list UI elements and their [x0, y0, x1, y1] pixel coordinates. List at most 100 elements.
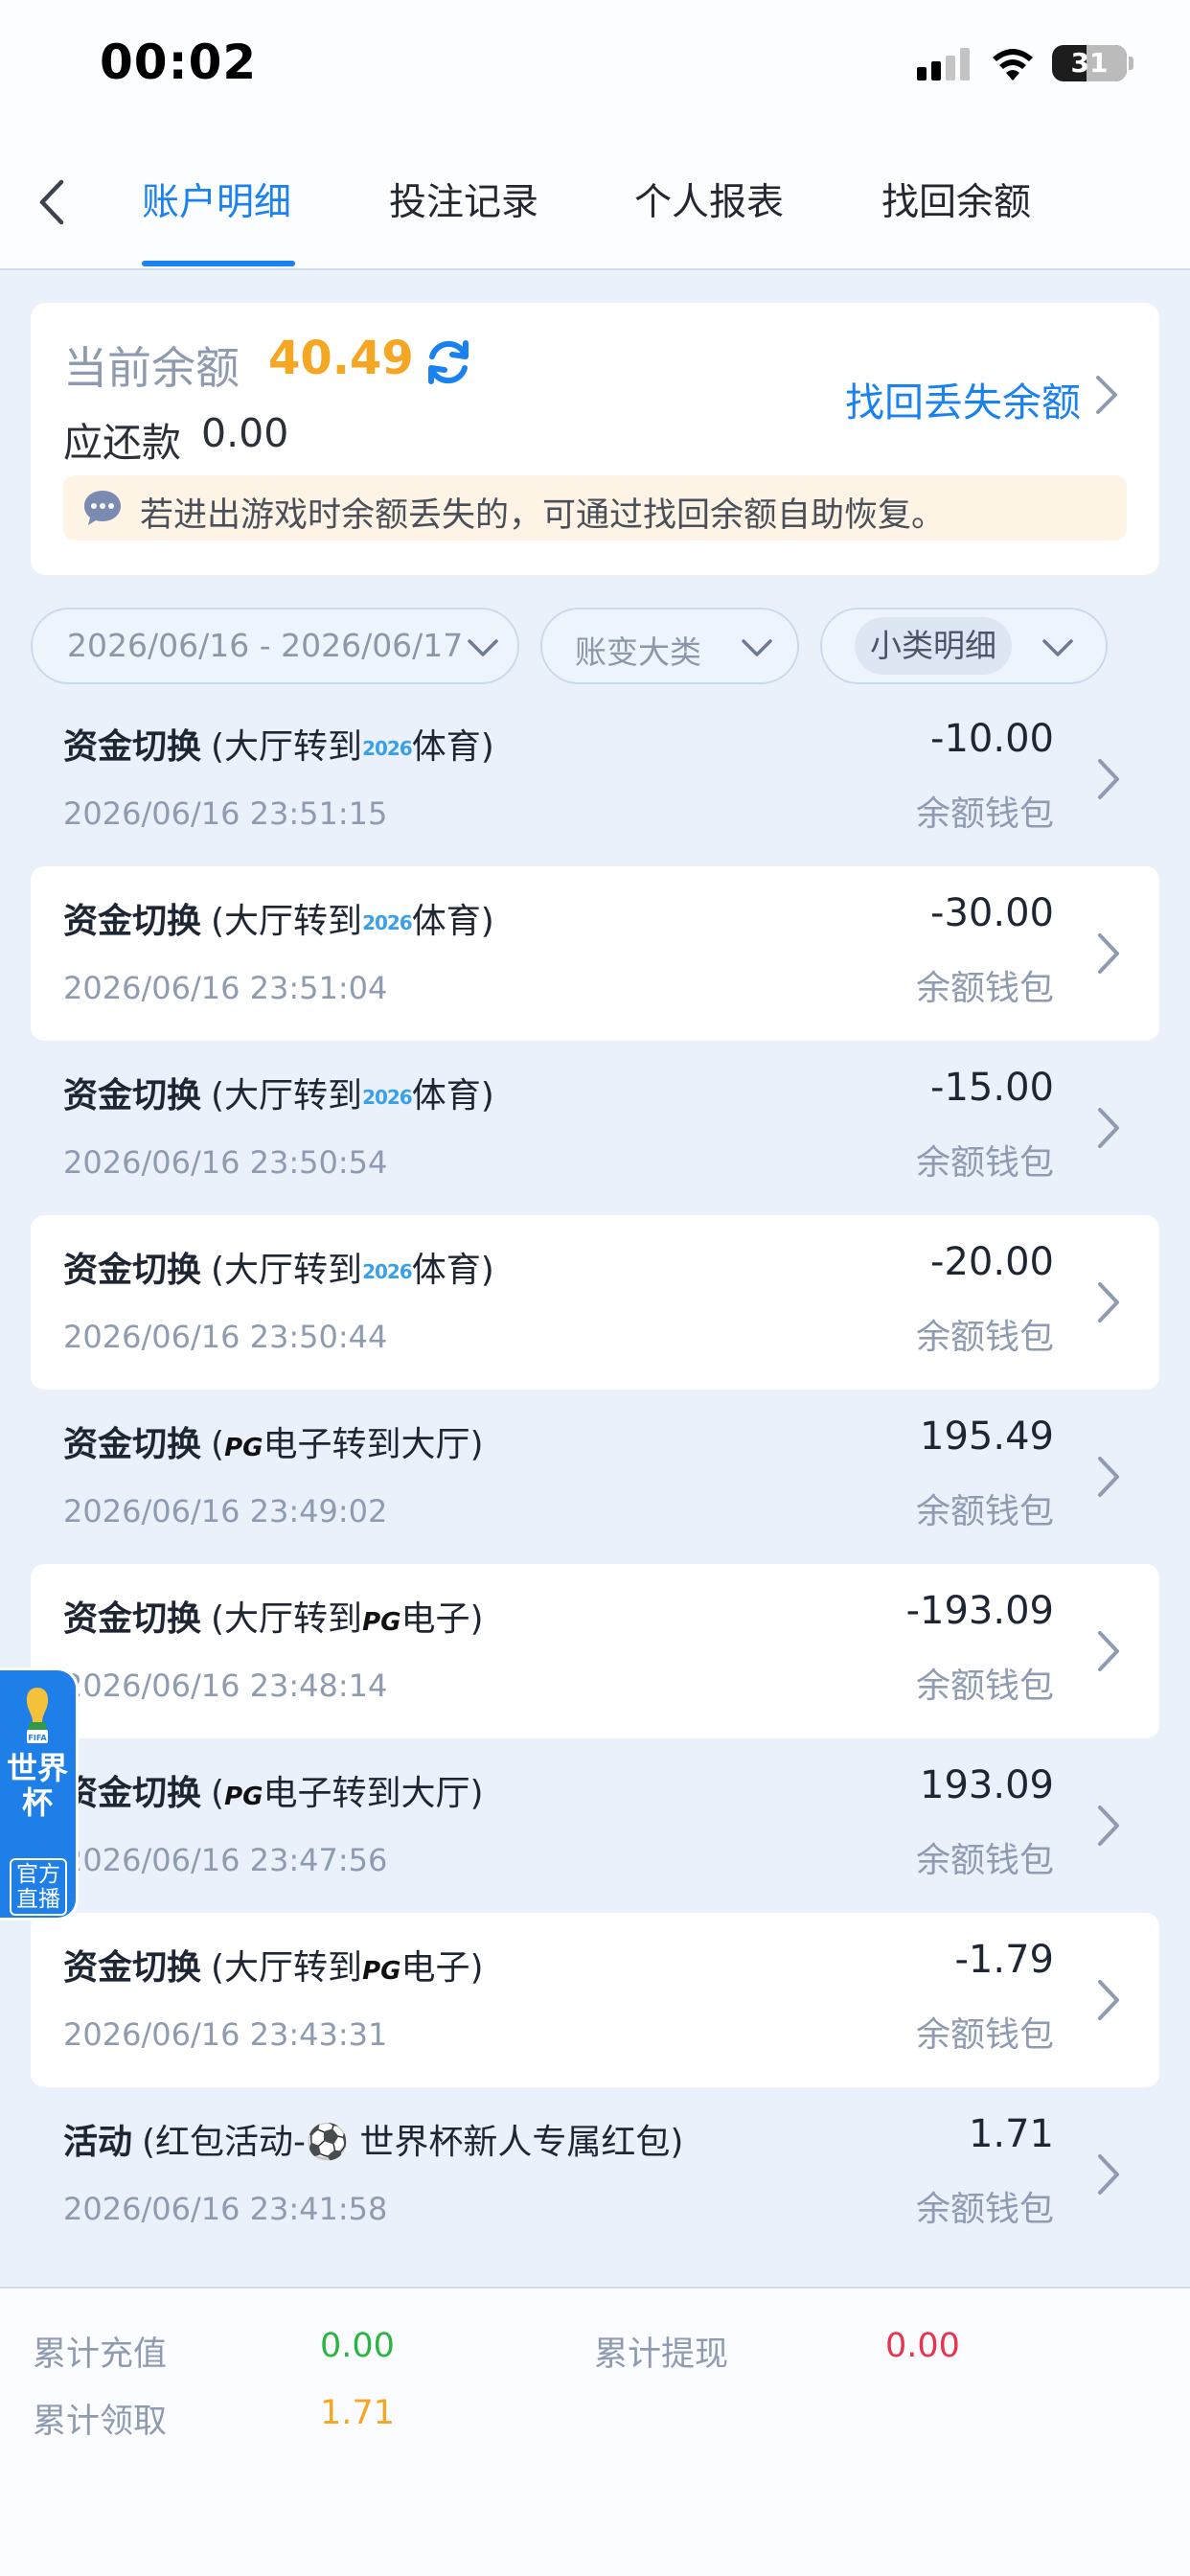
back-icon[interactable]	[33, 174, 71, 230]
status-bar: 00:02 31	[0, 0, 1190, 134]
balance-label: 当前余额	[63, 342, 240, 394]
tab-account-details[interactable]: 账户明细	[142, 172, 291, 226]
notice-text: 若进出游戏时余额丢失的，可通过找回余额自助恢复。	[140, 496, 946, 535]
record-detail-suffix: 体育)	[411, 902, 494, 941]
date-range-text: 2026/06/16 - 2026/06/17	[67, 627, 464, 664]
record-time: 2026/06/16 23:47:56	[63, 1842, 388, 1878]
worldcup-2026-logo-icon: 2026	[362, 911, 413, 934]
chevron-right-icon[interactable]	[1094, 755, 1123, 803]
record-row[interactable]: 资金切换 (PG电子转到大厅) 2026/06/16 23:47:56 193.09 余…	[31, 1738, 1159, 1913]
record-row[interactable]: 资金切换 (PG电子转到大厅) 2026/06/16 23:49:02 195.49 余…	[31, 1390, 1159, 1564]
claim-total-value: 1.71	[320, 2394, 395, 2432]
record-wallet: 余额钱包	[915, 969, 1054, 1008]
record-detail-suffix: 电子转到大厅)	[263, 1774, 484, 1813]
chevron-right-icon[interactable]	[1094, 1278, 1123, 1326]
date-range-filter[interactable]: 2026/06/16 - 2026/06/17	[31, 608, 519, 684]
subcategory-filter[interactable]: 小类明细	[820, 608, 1108, 684]
record-wallet: 余额钱包	[915, 2015, 1054, 2055]
record-wallet: 余额钱包	[915, 2190, 1054, 2229]
record-amount: -30.00	[930, 891, 1054, 935]
record-amount: -1.79	[954, 1938, 1055, 1982]
record-detail-prefix: (大厅转到	[211, 1948, 363, 1988]
pg-logo-icon: PG	[224, 1782, 263, 1811]
battery-level: 31	[1070, 47, 1109, 79]
record-wallet: 余额钱包	[915, 1318, 1054, 1357]
pg-logo-icon: PG	[362, 1957, 401, 1986]
balance-card: 当前余额 40.49 应还款 0.00 找回丢失余额 若进出游戏时余额丢失的，可…	[31, 303, 1159, 575]
chevron-down-icon	[1042, 639, 1073, 656]
status-time: 00:02	[100, 34, 258, 90]
record-title: 资金切换 (PG电子转到大厅)	[63, 1765, 484, 1815]
worldcup-title: 世界杯	[6, 1750, 68, 1821]
tab-bet-records[interactable]: 投注记录	[389, 172, 538, 226]
repay-value: 0.00	[201, 410, 289, 456]
record-amount: -20.00	[930, 1240, 1054, 1284]
chevron-right-icon[interactable]	[1094, 1453, 1123, 1501]
record-row[interactable]: 资金切换 (大厅转到PG电子) 2026/06/16 23:43:31 -1.79 余额…	[31, 1913, 1159, 2087]
record-title: 资金切换 (大厅转到2026体育)	[63, 893, 494, 943]
withdraw-total-label: 累计提现	[594, 2335, 729, 2374]
summary-panel: 累计充值 0.00 累计提现 0.00 累计领取 1.71	[0, 2287, 1190, 2576]
record-detail-suffix: 体育)	[411, 727, 494, 767]
record-type: 资金切换	[63, 1599, 202, 1639]
record-time: 2026/06/16 23:51:04	[63, 970, 388, 1006]
record-wallet: 余额钱包	[915, 1492, 1054, 1531]
record-detail-suffix: 电子)	[400, 1599, 484, 1639]
refresh-icon[interactable]	[422, 335, 475, 389]
chevron-right-icon[interactable]	[1094, 930, 1123, 978]
record-amount: 193.09	[920, 1763, 1054, 1807]
record-row[interactable]: 资金切换 (大厅转到PG电子) 2026/06/16 23:48:14 -193.09…	[31, 1564, 1159, 1738]
withdraw-total-value: 0.00	[885, 2327, 960, 2365]
chevron-right-icon[interactable]	[1094, 1802, 1123, 1850]
record-row[interactable]: 资金切换 (大厅转到2026体育) 2026/06/16 23:50:54 -15.0…	[31, 1041, 1159, 1215]
worldcup-2026-logo-icon: 2026	[362, 1260, 413, 1283]
chevron-right-icon[interactable]	[1094, 2150, 1123, 2198]
chevron-down-icon	[742, 639, 772, 656]
fifa-text: FIFA	[28, 1734, 47, 1742]
trophy-icon: FIFA	[26, 1688, 49, 1743]
notice-banner: 若进出游戏时余额丢失的，可通过找回余额自助恢复。	[63, 475, 1127, 540]
record-time: 2026/06/16 23:48:14	[63, 1668, 388, 1704]
battery-cap	[1129, 57, 1133, 70]
chevron-right-icon[interactable]	[1092, 372, 1121, 418]
record-title: 资金切换 (PG电子转到大厅)	[63, 1416, 484, 1466]
chevron-right-icon[interactable]	[1094, 1976, 1123, 2024]
chevron-right-icon[interactable]	[1094, 1627, 1123, 1675]
record-time: 2026/06/16 23:41:58	[63, 2191, 388, 2227]
balance-value: 40.49	[268, 332, 414, 385]
signal-icon	[917, 48, 971, 80]
category-filter[interactable]: 账变大类	[540, 608, 799, 684]
tab-active-indicator	[142, 261, 295, 266]
record-row[interactable]: 活动 (红包活动-⚽ 世界杯新人专属红包) 2026/06/16 23:41:58 1…	[31, 2087, 1159, 2262]
record-detail-suffix: 电子)	[400, 1948, 484, 1988]
record-row[interactable]: 资金切换 (大厅转到2026体育) 2026/06/16 23:50:44 -20.0…	[31, 1215, 1159, 1390]
pg-logo-icon: PG	[224, 1434, 263, 1462]
worldcup-live-badge[interactable]: FIFA 世界杯 官方直播	[0, 1668, 79, 1920]
record-time: 2026/06/16 23:43:31	[63, 2016, 388, 2053]
recover-lost-balance-link[interactable]: 找回丢失余额	[845, 370, 1081, 427]
record-row[interactable]: 资金切换 (大厅转到2026体育) 2026/06/16 23:51:15 -10.0…	[31, 692, 1159, 866]
tab-personal-report[interactable]: 个人报表	[634, 172, 784, 226]
chevron-right-icon[interactable]	[1094, 1104, 1123, 1152]
record-type: 活动	[63, 2123, 133, 2162]
record-title: 资金切换 (大厅转到PG电子)	[63, 1591, 484, 1641]
record-detail-prefix: (	[211, 1425, 225, 1464]
record-title: 资金切换 (大厅转到2026体育)	[63, 1068, 494, 1117]
worldcup-2026-logo-icon: 2026	[362, 1086, 413, 1109]
record-title: 资金切换 (大厅转到2026体育)	[63, 719, 494, 769]
record-type: 资金切换	[63, 1076, 202, 1116]
record-amount: 1.71	[968, 2112, 1054, 2156]
tab-recover-balance[interactable]: 找回余额	[881, 172, 1031, 226]
chevron-down-icon	[468, 639, 498, 656]
tab-bar: 账户明细 投注记录 个人报表 找回余额	[0, 134, 1190, 270]
message-icon	[84, 491, 121, 525]
record-row[interactable]: 资金切换 (大厅转到2026体育) 2026/06/16 23:51:04 -30.0…	[31, 866, 1159, 1041]
record-detail-prefix: (大厅转到	[211, 902, 363, 941]
record-type: 资金切换	[63, 902, 202, 941]
subcategory-chip: 小类明细	[855, 617, 1012, 675]
record-detail-prefix: (大厅转到	[211, 727, 363, 767]
record-detail-suffix: 电子转到大厅)	[263, 1425, 484, 1464]
record-time: 2026/06/16 23:49:02	[63, 1493, 388, 1530]
record-time: 2026/06/16 23:50:54	[63, 1144, 388, 1181]
recharge-total-label: 累计充值	[33, 2335, 168, 2374]
